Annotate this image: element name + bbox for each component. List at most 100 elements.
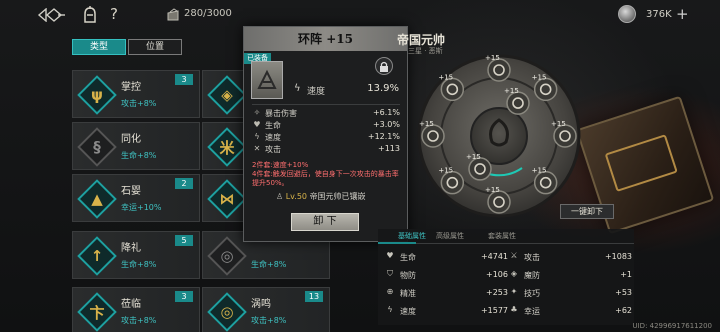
set-bonus: 生命+8%	[121, 260, 157, 269]
set-emblem-icon: ◈	[207, 75, 247, 115]
magic-shield-icon: ◈	[510, 269, 518, 278]
heart-icon: ♥	[253, 120, 261, 129]
back-icon	[37, 8, 65, 22]
set-count-badge: 2	[175, 178, 193, 189]
stat-value: +1577	[480, 306, 508, 315]
set-bonus: 攻击+8%	[121, 316, 157, 325]
set-emblem-icon: 卞	[77, 292, 117, 332]
set-item[interactable]: ◎ 涡鸣 攻击+8% 13	[202, 287, 330, 332]
set-bonus: 攻击+8%	[251, 316, 287, 325]
set-emblem-icon: ↑	[77, 236, 117, 276]
add-currency-button[interactable]: +	[676, 5, 689, 23]
stat-value: +62	[615, 306, 632, 315]
stat-row: ϟ 速度 +1577	[384, 303, 508, 319]
tab-type[interactable]: 类型	[72, 39, 126, 55]
rune-wheel: +15 +15 +15 +15 +15 +15 +15 +15 +15 +15	[417, 54, 581, 218]
set-item[interactable]: 卞 莅临 攻击+8% 3	[72, 287, 200, 332]
help-icon[interactable]: ?	[110, 5, 118, 23]
set-name: 同化	[121, 134, 141, 145]
stats-panel: 基础属性 高级属性 套装属性 ♥ 生命 +4741 ⚔ 攻击 +1083 ⛉ 物防 +106 ◈ 魔…	[378, 229, 634, 325]
set-emblem-icon: ψ	[77, 75, 117, 115]
lock-icon[interactable]	[375, 57, 393, 75]
rune-slot-frame	[487, 190, 511, 214]
stat-row: ♥ 生命 +4741	[384, 249, 508, 265]
emblem-glyph: 卞	[89, 303, 105, 322]
set-count-badge: 3	[175, 74, 193, 85]
set-count-badge: 13	[305, 291, 323, 302]
emblem-glyph: ▲	[91, 190, 103, 208]
set-item[interactable]: ▲ 石婴 幸运+10% 2	[72, 174, 200, 222]
set-item[interactable]: ◈	[202, 70, 247, 118]
rune-slot-frame	[487, 58, 511, 82]
helmet-icon[interactable]	[82, 6, 98, 24]
substat-row: ✕ 攻击 +113	[252, 144, 400, 156]
stat-label: 生命	[400, 253, 416, 262]
owner-icon: ♙	[276, 192, 286, 201]
sword-icon: ⚔	[510, 251, 518, 260]
substat-value: +12.1%	[367, 132, 400, 141]
lock-svg	[380, 61, 388, 72]
set-emblem-icon: 米	[207, 127, 247, 167]
set-emblem-icon: ⋈	[207, 179, 247, 219]
emblem-glyph: ◎	[220, 247, 234, 265]
set-bonus: 生命+8%	[251, 260, 287, 269]
set-count-badge: 3	[175, 291, 193, 302]
emblem-glyph: 米	[219, 138, 235, 157]
rune-slot-level: +15	[419, 120, 434, 128]
unequip-all-button[interactable]: 一键卸下	[560, 204, 614, 219]
stat-row: ⚔ 攻击 +1083	[508, 249, 632, 265]
stat-value: +4741	[480, 252, 508, 261]
rune-slot-level: +15	[532, 73, 547, 81]
set-item[interactable]: ψ 掌控攻击+8% 3	[72, 70, 200, 118]
emblem-glyph: §	[93, 138, 101, 156]
stat-row: ⊕ 精准 +253	[384, 285, 508, 301]
tab-set-stats[interactable]: 套装属性	[488, 231, 516, 241]
emblem-glyph: ⋈	[219, 190, 235, 208]
bag-svg	[167, 8, 179, 21]
set-item[interactable]: ↑ 降礼 生命+8% 5	[72, 231, 200, 279]
substat-row: ♥ 生命 +3.0%	[252, 120, 400, 132]
heart-icon: ♥	[386, 251, 394, 260]
set-emblem-icon: ◎	[207, 236, 247, 276]
emblem-glyph: ↑	[90, 247, 104, 265]
helmet-svg	[84, 6, 96, 23]
rune-slot-level: +15	[532, 167, 547, 175]
stat-value: +1083	[604, 252, 632, 261]
set-bonus: 幸运+10%	[121, 203, 162, 212]
set-name: 降礼	[121, 243, 141, 254]
crit-damage-icon: ✧	[253, 108, 261, 117]
emblem-glyph: ψ	[91, 86, 103, 104]
stat-value: +253	[486, 288, 508, 297]
set-item[interactable]: § 同化 生命+8%	[72, 122, 200, 170]
substat-label: 速度	[265, 133, 281, 142]
speed-icon: ϟ	[387, 305, 393, 314]
tab-base-stats[interactable]: 基础属性	[398, 231, 426, 241]
back-button[interactable]	[36, 7, 68, 23]
shield-icon: ⛉	[387, 269, 393, 278]
stat-label: 幸运	[524, 307, 540, 316]
clover-icon: ♣	[510, 305, 518, 314]
rune-slot-frame	[468, 157, 492, 181]
set-bonus: 攻击+8%	[121, 99, 157, 108]
crosshair-icon: ⊕	[386, 287, 394, 296]
unequip-button[interactable]: 卸 下	[291, 213, 359, 231]
set-item[interactable]: ⋈	[202, 174, 247, 222]
rune-slot-level: +15	[551, 120, 566, 128]
stat-row: ⛉ 物防 +106	[384, 267, 508, 283]
speed-icon: ϟ	[254, 132, 260, 141]
owner-row: ♙ Lv.50 帝国元帅已镶嵌	[276, 191, 366, 202]
owner-level: Lv.50	[285, 192, 308, 201]
rune-slot-frame	[533, 170, 558, 195]
set-item[interactable]: 米	[202, 122, 247, 170]
set-name: 掌控	[121, 82, 141, 93]
rune-slot-frame	[533, 77, 558, 102]
rune-detail-panel: 环阵 +15 已装备 ϟ 速度 13.9% ✧ 暴击伤害 +6.1% ♥ 生命 +3.0%…	[243, 26, 408, 242]
tab-advanced-stats[interactable]: 高级属性	[436, 231, 464, 241]
stat-row: ✦ 技巧 +53	[508, 285, 632, 301]
rune-slot-level: +15	[485, 54, 500, 62]
rune-slot-level: +15	[438, 167, 453, 175]
set-bonus-4: 4件套:触发回避后，使自身下一次攻击的暴击率提升50%。	[252, 170, 399, 187]
tab-position[interactable]: 位置	[128, 39, 182, 55]
stat-label: 物防	[400, 271, 416, 280]
set-emblem-icon: §	[77, 127, 117, 167]
